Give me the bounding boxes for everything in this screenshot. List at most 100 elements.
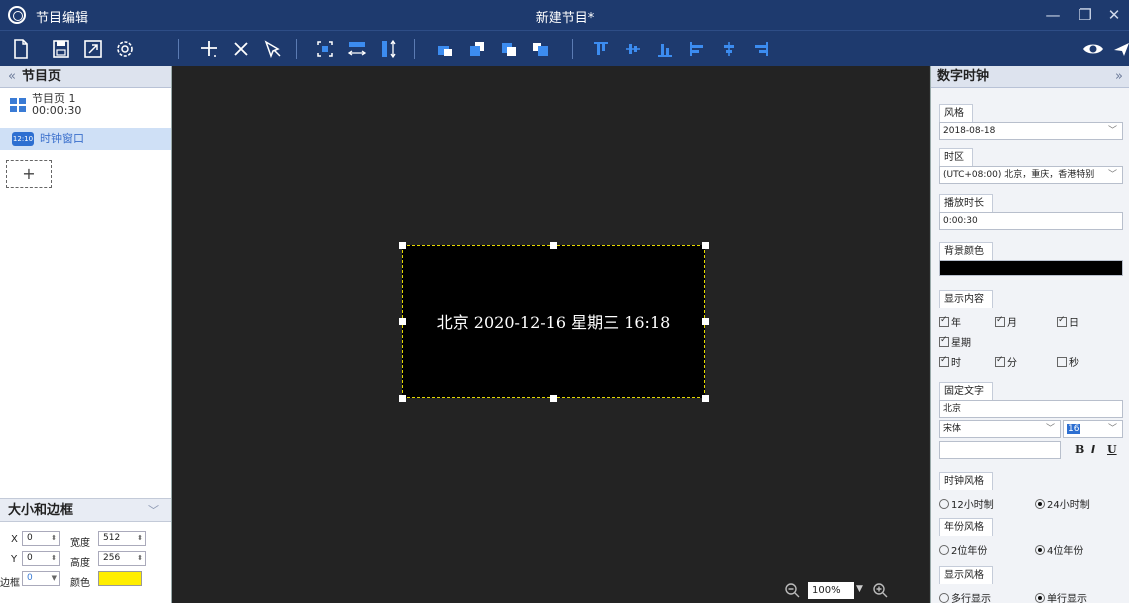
save-icon[interactable] [48, 36, 74, 62]
size-border-title: 大小和边框 [8, 503, 74, 518]
canvas-area[interactable]: 北京 2020-12-16 星期三 16:18 100% ▼ [172, 66, 929, 603]
toolbar-separator [296, 39, 297, 59]
24h-radio[interactable]: 24小时制 [1035, 496, 1090, 511]
app-name: 节目编辑 [36, 11, 89, 26]
border-color-swatch[interactable] [98, 571, 142, 586]
toolbar [0, 30, 1129, 66]
fixed-text-input[interactable]: 北京 [939, 400, 1123, 418]
4digit-year-radio[interactable]: 4位年份 [1035, 542, 1083, 557]
add-window-button[interactable]: + [6, 160, 52, 188]
clock-style-label: 时钟风格 [939, 472, 993, 490]
height-input[interactable]: 256 ⬍ [98, 551, 146, 566]
zoom-in-icon[interactable] [872, 582, 890, 600]
style-select[interactable]: 2018-08-18 ﹀ [939, 122, 1123, 140]
preview-icon[interactable] [1080, 36, 1106, 62]
year-checkbox[interactable]: 年 [939, 314, 961, 329]
resize-handle[interactable] [702, 318, 709, 325]
align-left-icon[interactable] [684, 36, 710, 62]
minute-checkbox[interactable]: 分 [995, 354, 1017, 369]
align-right-icon[interactable] [748, 36, 774, 62]
select-icon[interactable] [260, 36, 286, 62]
delete-icon[interactable] [228, 36, 254, 62]
day-checkbox[interactable]: 日 [1057, 314, 1079, 329]
x-input[interactable]: 0 ⬍ [22, 531, 60, 546]
display-style-label: 显示风格 [939, 566, 993, 584]
add-icon[interactable] [196, 36, 222, 62]
align-hcenter-icon[interactable] [716, 36, 742, 62]
bg-color-swatch[interactable] [939, 260, 1123, 276]
x-label: X [11, 534, 18, 545]
12h-radio[interactable]: 12小时制 [939, 496, 994, 511]
second-checkbox[interactable]: 秒 [1057, 354, 1079, 369]
hour-checkbox[interactable]: 时 [939, 354, 961, 369]
duration-input[interactable]: 0:00:30 [939, 212, 1123, 230]
multi-line-radio[interactable]: 多行显示 [939, 590, 991, 603]
duration-label: 播放时长 [939, 194, 993, 212]
zoom-select[interactable]: 100% [808, 582, 854, 599]
toolbar-separator [178, 39, 179, 59]
align-bottom-icon[interactable] [652, 36, 678, 62]
month-checkbox[interactable]: 月 [995, 314, 1017, 329]
content-group: 显示内容 年 月 日 星期 时 分 秒 [939, 290, 1123, 376]
zoom-dropdown-icon[interactable]: ▼ [856, 584, 863, 594]
bg-color-label: 背景颜色 [939, 242, 993, 260]
send-icon[interactable] [1110, 36, 1129, 62]
chevron-down-icon[interactable]: ﹀ [148, 499, 159, 523]
timezone-label: 时区 [939, 148, 973, 166]
layer-top-icon[interactable] [528, 36, 554, 62]
layer-bottom-icon[interactable] [432, 36, 458, 62]
page-item[interactable]: 节目页 1 00:00:30 [0, 88, 171, 124]
2digit-year-radio[interactable]: 2位年份 [939, 542, 987, 557]
align-top-icon[interactable] [588, 36, 614, 62]
fit-screen-icon[interactable] [312, 36, 338, 62]
border-select[interactable]: 0 ▼ [22, 571, 60, 586]
underline-button[interactable]: U [1107, 443, 1117, 456]
layer-down-icon[interactable] [464, 36, 490, 62]
content-label: 显示内容 [939, 290, 993, 308]
timezone-select[interactable]: (UTC+08:00) 北京，重庆，香港特别 ﹀ [939, 166, 1123, 184]
zoom-out-icon[interactable] [784, 582, 802, 600]
font-color-input[interactable] [939, 441, 1061, 459]
collapse-left-icon[interactable]: « [8, 69, 16, 84]
width-input[interactable]: 512 ⬍ [98, 531, 146, 546]
week-checkbox[interactable]: 星期 [939, 334, 971, 349]
settings-icon[interactable] [112, 36, 138, 62]
resize-handle[interactable] [550, 395, 557, 402]
timezone-group: 时区 (UTC+08:00) 北京，重庆，香港特别 ﹀ [939, 148, 1123, 184]
resize-icon[interactable] [80, 36, 106, 62]
italic-button[interactable]: I [1091, 443, 1095, 456]
font-select[interactable]: 宋体 ﹀ [939, 420, 1061, 438]
font-size-select[interactable]: 16 ﹀ [1063, 420, 1123, 438]
resize-handle[interactable] [399, 242, 406, 249]
clock-text: 北京 2020-12-16 星期三 16:18 [436, 313, 671, 332]
resize-handle[interactable] [702, 395, 709, 402]
align-vcenter-icon[interactable] [620, 36, 646, 62]
bold-button[interactable]: B [1075, 443, 1084, 456]
duration-group: 播放时长 0:00:30 [939, 194, 1123, 230]
resize-handle[interactable] [399, 395, 406, 402]
minimize-button[interactable]: — [1042, 4, 1064, 26]
resize-handle[interactable] [702, 242, 709, 249]
year-style-group: 年份风格 2位年份 4位年份 [939, 518, 1123, 558]
clock-display[interactable]: 北京 2020-12-16 星期三 16:18 [402, 245, 705, 398]
flip-horizontal-icon[interactable] [344, 36, 370, 62]
toolbar-separator [414, 39, 415, 59]
style-group: 风格 2018-08-18 ﹀ [939, 104, 1123, 140]
resize-handle[interactable] [399, 318, 406, 325]
close-button[interactable]: ✕ [1103, 4, 1125, 26]
y-input[interactable]: 0 ⬍ [22, 551, 60, 566]
color-label: 颜色 [70, 578, 90, 589]
new-file-icon[interactable] [8, 36, 34, 62]
left-panel: « 节目页 节目页 1 00:00:30 12:10 时钟窗口 + 大小和边框 ﹀… [0, 66, 172, 603]
layer-up-icon[interactable] [496, 36, 522, 62]
collapse-right-icon[interactable]: » [1115, 66, 1123, 88]
restore-button[interactable]: ❐ [1074, 4, 1096, 26]
clock-window-label: 时钟窗口 [40, 132, 84, 145]
single-line-radio[interactable]: 单行显示 [1035, 590, 1087, 603]
flip-vertical-icon[interactable] [376, 36, 402, 62]
resize-handle[interactable] [550, 242, 557, 249]
page-duration: 00:00:30 [32, 104, 82, 117]
bg-color-group: 背景颜色 [939, 242, 1123, 276]
clock-window-item[interactable]: 12:10 时钟窗口 [0, 128, 171, 150]
size-border-header[interactable]: 大小和边框 ﹀ [0, 498, 171, 522]
